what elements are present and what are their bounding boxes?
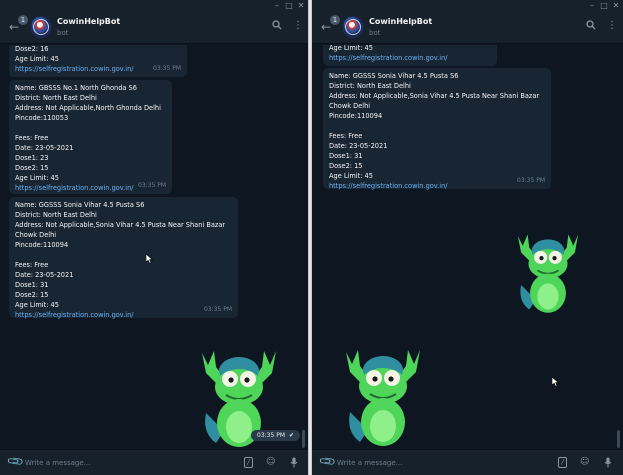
bot-avatar[interactable] <box>342 16 364 38</box>
microphone-icon[interactable] <box>290 457 298 472</box>
frog-sticker[interactable] <box>340 342 426 449</box>
bot-avatar[interactable] <box>30 16 52 38</box>
chat-header: ← 1 CowinHelpBot bot ⋮ <box>0 12 308 44</box>
message-line: Dose1: 31 <box>15 281 49 289</box>
scrollbar-thumb[interactable] <box>302 430 305 448</box>
registration-link[interactable]: https://selfregistration.cowin.gov.in/ <box>15 310 232 320</box>
message-bubble[interactable]: Dose2: 16 Age Limit: 45 https://selfregi… <box>9 45 187 77</box>
bot-commands-icon[interactable]: / <box>244 457 253 468</box>
close-icon[interactable]: ✕ <box>296 1 306 10</box>
double-check-icon: ✔ <box>289 432 295 439</box>
more-vertical-icon[interactable]: ⋮ <box>607 20 617 32</box>
unread-badge: 1 <box>330 15 340 25</box>
telegram-window-left: – □ ✕ ← 1 CowinHelpBot bot ⋮ Dose2: 16 A… <box>0 0 309 475</box>
minimize-icon[interactable]: – <box>272 1 282 10</box>
message-composer: 📎 / ☺ <box>0 449 308 475</box>
message-line: Chowk Delhi <box>329 102 371 110</box>
message-line: District: North East Delhi <box>15 94 97 102</box>
message-line: District: North East Delhi <box>329 82 411 90</box>
message-time: 03:35 PM <box>138 182 166 189</box>
message-line: Dose1: 31 <box>329 152 363 160</box>
close-icon[interactable]: ✕ <box>611 1 621 10</box>
message-input[interactable] <box>25 456 225 470</box>
sticker-time: 03:35 PM <box>257 432 285 439</box>
message-line: Name: GGSSS Sonia Vihar 4.5 Pusta S6 <box>15 201 145 209</box>
message-line: Age Limit: 45 <box>329 172 373 180</box>
emoji-icon[interactable]: ☺ <box>266 457 275 468</box>
registration-link[interactable]: https://selfregistration.cowin.gov.in/ <box>329 53 491 63</box>
message-line: Dose2: 16 <box>15 45 49 53</box>
paperclip-icon[interactable]: 📎 <box>318 452 337 471</box>
message-line: Dose2: 15 <box>15 164 49 172</box>
frog-sticker[interactable] <box>502 228 594 316</box>
chat-title[interactable]: CowinHelpBot <box>369 16 432 27</box>
search-icon[interactable] <box>586 20 596 34</box>
message-line: Pincode:110053 <box>15 114 69 122</box>
message-line: Date: 23-05-2021 <box>15 144 74 152</box>
chat-title[interactable]: CowinHelpBot <box>57 16 120 27</box>
emoji-icon[interactable]: ☺ <box>580 457 589 468</box>
message-line: Pincode:110094 <box>15 241 69 249</box>
message-time: 03:35 PM <box>517 177 545 184</box>
message-line: Dose2: 15 <box>15 291 49 299</box>
message-line: Chowk Delhi <box>15 231 57 239</box>
chat-header: ← 1 CowinHelpBot bot ⋮ <box>312 12 623 44</box>
window-titlebar: – □ ✕ <box>312 0 623 12</box>
registration-link[interactable]: https://selfregistration.cowin.gov.in/ <box>329 181 545 191</box>
message-line: Dose1: 23 <box>15 154 49 162</box>
maximize-icon[interactable]: □ <box>599 1 609 10</box>
message-time: 03:35 PM <box>204 306 232 313</box>
bot-commands-icon[interactable]: / <box>558 457 567 468</box>
message-line: Address: Not Applicable,Sonia Vihar 4.5 … <box>329 92 540 100</box>
unread-badge: 1 <box>18 15 28 25</box>
message-time: 03:35 PM <box>153 65 181 72</box>
message-line: Date: 23-05-2021 <box>15 271 74 279</box>
message-line: Age Limit: 45 <box>15 55 59 63</box>
message-line: Address: Not Applicable,North Ghonda Del… <box>15 104 161 112</box>
message-line <box>329 121 545 131</box>
message-bubble[interactable]: Age Limit: 45 https://selfregistration.c… <box>323 45 497 66</box>
sticker-time-badge: 03:35 PM ✔ <box>251 430 301 441</box>
message-input[interactable] <box>337 456 537 470</box>
scrollbar-thumb[interactable] <box>617 430 620 448</box>
message-line: Fees: Free <box>329 132 363 140</box>
paperclip-icon[interactable]: 📎 <box>6 452 25 471</box>
message-line: Dose2: 15 <box>329 162 363 170</box>
message-line: Pincode:110094 <box>329 112 383 120</box>
message-line <box>15 250 232 260</box>
message-line <box>15 123 166 133</box>
message-line: Fees: Free <box>15 261 49 269</box>
maximize-icon[interactable]: □ <box>284 1 294 10</box>
chat-status: bot <box>57 29 69 37</box>
message-list[interactable]: Dose2: 16 Age Limit: 45 https://selfregi… <box>0 45 308 449</box>
message-line: Age Limit: 45 <box>15 301 59 309</box>
mouse-cursor <box>146 254 154 264</box>
message-list[interactable]: Age Limit: 45 https://selfregistration.c… <box>312 45 623 449</box>
window-titlebar: – □ ✕ <box>0 0 308 12</box>
more-vertical-icon[interactable]: ⋮ <box>293 20 303 32</box>
message-line: Name: GGSSS Sonia Vihar 4.5 Pusta S6 <box>329 72 459 80</box>
microphone-icon[interactable] <box>604 457 612 472</box>
search-icon[interactable] <box>272 20 282 34</box>
message-line: Age Limit: 45 <box>329 45 373 52</box>
message-line: Fees: Free <box>15 134 49 142</box>
message-line: Address: Not Applicable,Sonia Vihar 4.5 … <box>15 221 226 229</box>
mouse-cursor <box>552 377 560 387</box>
message-composer: 📎 / ☺ <box>312 449 623 475</box>
message-line: Date: 23-05-2021 <box>329 142 388 150</box>
telegram-window-right: – □ ✕ ← 1 CowinHelpBot bot ⋮ Age Limit: … <box>311 0 623 475</box>
message-bubble[interactable]: Name: GGSSS Sonia Vihar 4.5 Pusta S6 Dis… <box>9 197 238 320</box>
message-bubble[interactable]: Name: GBSSS No.1 North Ghonda S6 Distric… <box>9 80 172 194</box>
message-bubble[interactable]: Name: GGSSS Sonia Vihar 4.5 Pusta S6 Dis… <box>323 68 551 191</box>
message-line: District: North East Delhi <box>15 211 97 219</box>
message-line: Name: GBSSS No.1 North Ghonda S6 <box>15 84 137 92</box>
minimize-icon[interactable]: – <box>587 1 597 10</box>
chat-status: bot <box>369 29 381 37</box>
